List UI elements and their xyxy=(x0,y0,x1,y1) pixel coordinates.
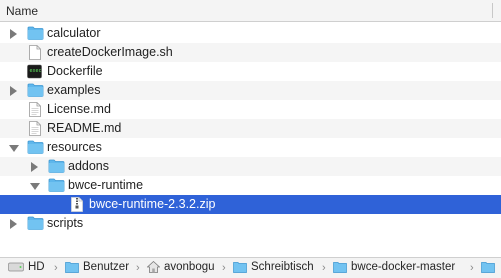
path-item-label: Benutzer xyxy=(83,261,130,273)
list-item[interactable]: calculator xyxy=(0,24,501,43)
path-item-label: avonbogu xyxy=(164,261,215,273)
chevron-right-icon: › xyxy=(222,262,226,274)
list-item[interactable]: exec Dockerfile xyxy=(0,62,501,81)
disclosure-triangle-icon[interactable] xyxy=(9,145,19,152)
file-name: License.md xyxy=(47,102,111,116)
file-name: calculator xyxy=(47,26,101,40)
disclosure-triangle-icon[interactable] xyxy=(10,219,17,229)
folder-icon xyxy=(65,262,79,273)
file-name: createDockerImage.sh xyxy=(47,45,173,59)
script-file-icon xyxy=(29,45,41,60)
list-item[interactable]: examples xyxy=(0,81,501,100)
folder-icon xyxy=(27,26,44,40)
folder-icon xyxy=(48,178,65,192)
path-item-benutzer[interactable]: Benutzer xyxy=(65,261,129,273)
home-icon xyxy=(147,261,160,273)
chevron-right-icon: › xyxy=(54,262,58,274)
list-item[interactable]: resources xyxy=(0,138,501,157)
folder-icon xyxy=(333,262,347,273)
file-name: README.md xyxy=(47,121,122,135)
svg-text:exec: exec xyxy=(30,68,42,74)
document-icon xyxy=(29,121,41,136)
file-name: scripts xyxy=(47,216,84,230)
column-header[interactable]: Name xyxy=(0,0,501,22)
list-item[interactable]: scripts xyxy=(0,214,501,233)
list-item[interactable]: addons xyxy=(0,157,501,176)
chevron-right-icon: › xyxy=(136,262,140,274)
list-item-selected[interactable]: bwce-runtime-2.3.2.zip xyxy=(0,195,501,214)
chevron-right-icon: › xyxy=(322,262,326,274)
path-item-label: bwce-docker-master xyxy=(351,261,456,273)
path-bar: HD › Benutzer › avonbogu › Schreibtisch … xyxy=(0,257,501,278)
file-name: bwce-runtime xyxy=(68,178,144,192)
path-item-avonbogu[interactable]: avonbogu xyxy=(147,261,215,273)
folder-icon xyxy=(27,216,44,230)
path-item-bwce-docker-master[interactable]: bwce-docker-master xyxy=(333,261,455,273)
chevron-right-icon: › xyxy=(470,262,474,274)
name-column-header[interactable]: Name xyxy=(6,4,38,18)
disclosure-triangle-icon[interactable] xyxy=(31,162,38,172)
folder-icon xyxy=(233,262,247,273)
file-name: examples xyxy=(47,83,101,97)
list-item[interactable]: bwce-runtime xyxy=(0,176,501,195)
disclosure-triangle-icon[interactable] xyxy=(30,183,40,190)
path-item-hd[interactable]: HD xyxy=(8,261,45,273)
file-name: addons xyxy=(68,159,110,173)
list-item[interactable]: createDockerImage.sh xyxy=(0,43,501,62)
list-item[interactable]: License.md xyxy=(0,100,501,119)
path-item-label: Schreibtisch xyxy=(251,261,314,273)
folder-icon xyxy=(48,159,65,173)
drive-icon xyxy=(8,262,24,272)
folder-icon xyxy=(27,83,44,97)
file-name: bwce-runtime-2.3.2.zip xyxy=(89,197,216,211)
disclosure-triangle-icon[interactable] xyxy=(10,86,17,96)
path-item-truncated[interactable] xyxy=(481,261,499,273)
list-item[interactable]: README.md xyxy=(0,119,501,138)
column-divider[interactable] xyxy=(492,3,493,18)
document-icon xyxy=(29,102,41,117)
terminal-exec-icon: exec xyxy=(27,64,42,79)
zip-archive-icon xyxy=(71,197,83,212)
path-item-schreibtisch[interactable]: Schreibtisch xyxy=(233,261,314,273)
file-name: resources xyxy=(47,140,102,154)
path-item-label: HD xyxy=(28,261,45,273)
folder-icon xyxy=(27,140,44,154)
disclosure-triangle-icon[interactable] xyxy=(10,29,17,39)
folder-icon xyxy=(481,262,495,273)
file-name: Dockerfile xyxy=(47,64,103,78)
